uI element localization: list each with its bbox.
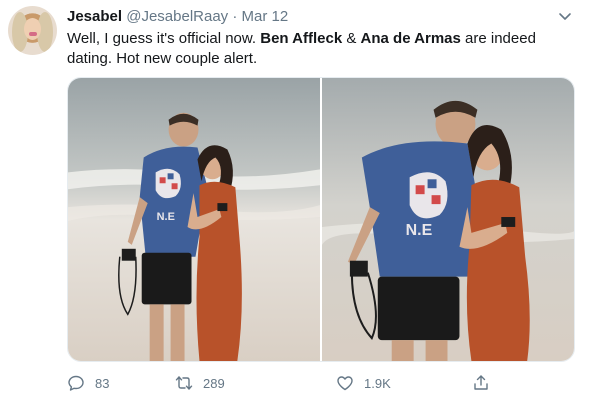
like-count: 1.9K — [364, 375, 391, 391]
avatar-face — [24, 18, 41, 40]
avatar[interactable] — [8, 6, 57, 55]
tweet-text: Well, I guess it's official now. Ben Aff… — [67, 29, 567, 69]
author-name[interactable]: Jesabel — [67, 8, 122, 25]
mention-ben-affleck: Ben Affleck — [260, 30, 343, 47]
photo-left[interactable]: N.E — [68, 78, 320, 361]
retweet-icon — [175, 376, 193, 390]
author-handle[interactable]: @JesabelRaay — [126, 8, 228, 25]
reply-button[interactable]: 83 — [67, 372, 109, 394]
media-grid: N.E N.E — [67, 77, 575, 362]
share-button[interactable] — [472, 372, 490, 394]
reply-icon — [68, 375, 84, 391]
tweet-text-part: Well, I guess it's official now. — [67, 30, 261, 47]
tweet-actions: 83 289 1.9K — [67, 372, 497, 394]
header-separator: · — [232, 8, 238, 25]
tweet-header: Jesabel @JesabelRaay · Mar 12 — [67, 8, 288, 26]
shirt-text: N.E — [406, 222, 433, 239]
reply-count: 83 — [95, 375, 110, 391]
photo-right[interactable]: N.E — [322, 78, 574, 361]
retweet-button[interactable]: 289 — [175, 372, 225, 394]
chevron-down-icon[interactable] — [557, 10, 573, 22]
like-button[interactable]: 1.9K — [336, 372, 391, 394]
share-icon — [474, 375, 488, 390]
tweet-text-part: & — [342, 30, 361, 47]
tweet-date[interactable]: Mar 12 — [242, 8, 289, 25]
retweet-count: 289 — [203, 375, 225, 391]
shirt-text: N.E — [157, 211, 175, 223]
heart-icon — [337, 376, 353, 391]
mention-ana-de-armas: Ana de Armas — [360, 30, 461, 47]
avatar-lips — [29, 32, 37, 36]
